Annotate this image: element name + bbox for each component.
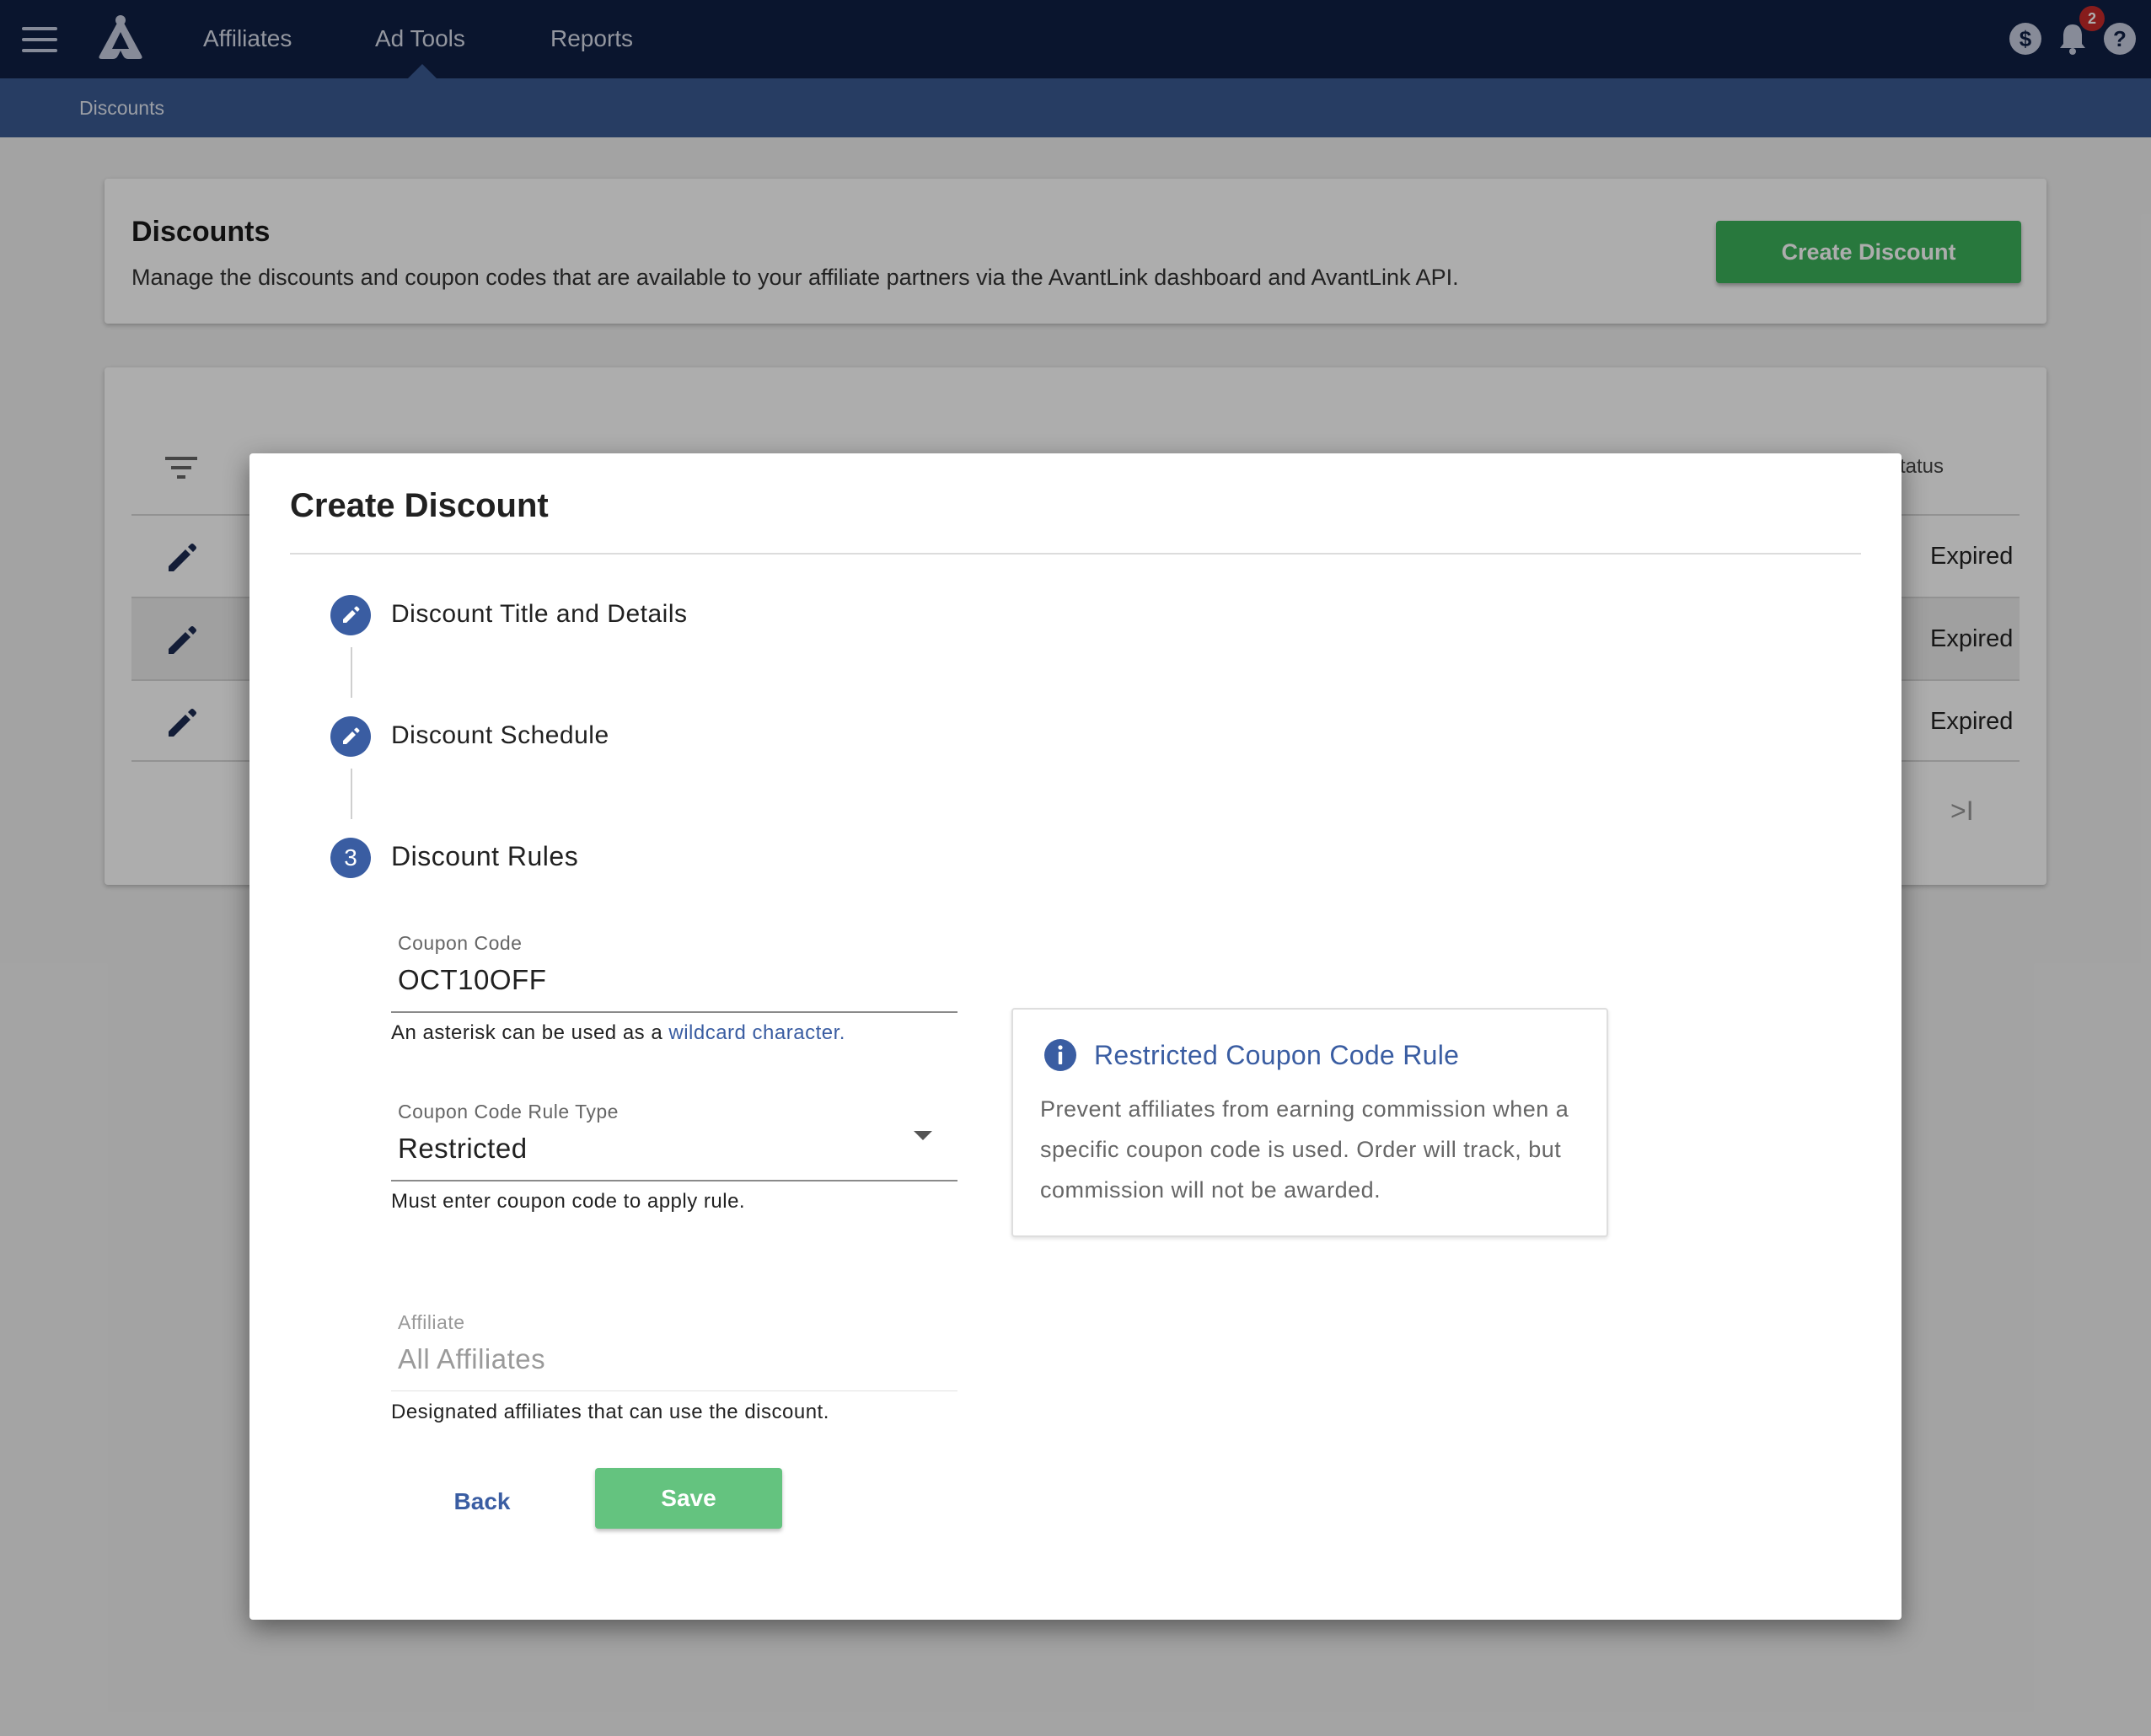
affiliate-select[interactable]: All Affiliates [398, 1343, 545, 1375]
coupon-code-help-text: An asterisk can be used as a [391, 1021, 669, 1044]
affiliate-underline [391, 1390, 957, 1391]
create-discount-dialog: Create Discount Discount Title and Detai… [249, 453, 1902, 1620]
rule-type-underline [391, 1180, 957, 1181]
affiliate-label: Affiliate [398, 1311, 465, 1333]
info-title: Restricted Coupon Code Rule [1094, 1040, 1460, 1070]
dropdown-arrow-icon[interactable] [914, 1131, 932, 1140]
coupon-code-label: Coupon Code [398, 932, 523, 954]
rule-type-label: Coupon Code Rule Type [398, 1101, 619, 1123]
rule-type-help: Must enter coupon code to apply rule. [391, 1190, 746, 1213]
step-2-edit-icon[interactable] [330, 716, 371, 757]
step-3-label: Discount Rules [391, 841, 579, 871]
save-button[interactable]: Save [595, 1468, 782, 1529]
back-button[interactable]: Back [425, 1471, 539, 1532]
step-3-number: 3 [330, 838, 371, 878]
step-1-label[interactable]: Discount Title and Details [391, 600, 688, 629]
dialog-divider [290, 553, 1861, 555]
coupon-code-input[interactable]: OCT10OFF [398, 964, 546, 996]
rule-type-select[interactable]: Restricted [398, 1133, 528, 1165]
coupon-code-underline [391, 1011, 957, 1013]
step-connector [351, 647, 352, 698]
wildcard-link[interactable]: wildcard character. [668, 1021, 845, 1044]
info-icon [1044, 1039, 1076, 1071]
affiliate-help: Designated affiliates that can use the d… [391, 1401, 829, 1423]
rule-info-card: Restricted Coupon Code Rule Prevent affi… [1011, 1008, 1608, 1237]
step-connector [351, 769, 352, 819]
step-2-label[interactable]: Discount Schedule [391, 721, 609, 750]
step-1-edit-icon[interactable] [330, 595, 371, 635]
coupon-code-help: An asterisk can be used as a wildcard ch… [391, 1021, 845, 1045]
info-body: Prevent affiliates from earning commissi… [1040, 1096, 1569, 1203]
dialog-title: Create Discount [290, 487, 549, 524]
